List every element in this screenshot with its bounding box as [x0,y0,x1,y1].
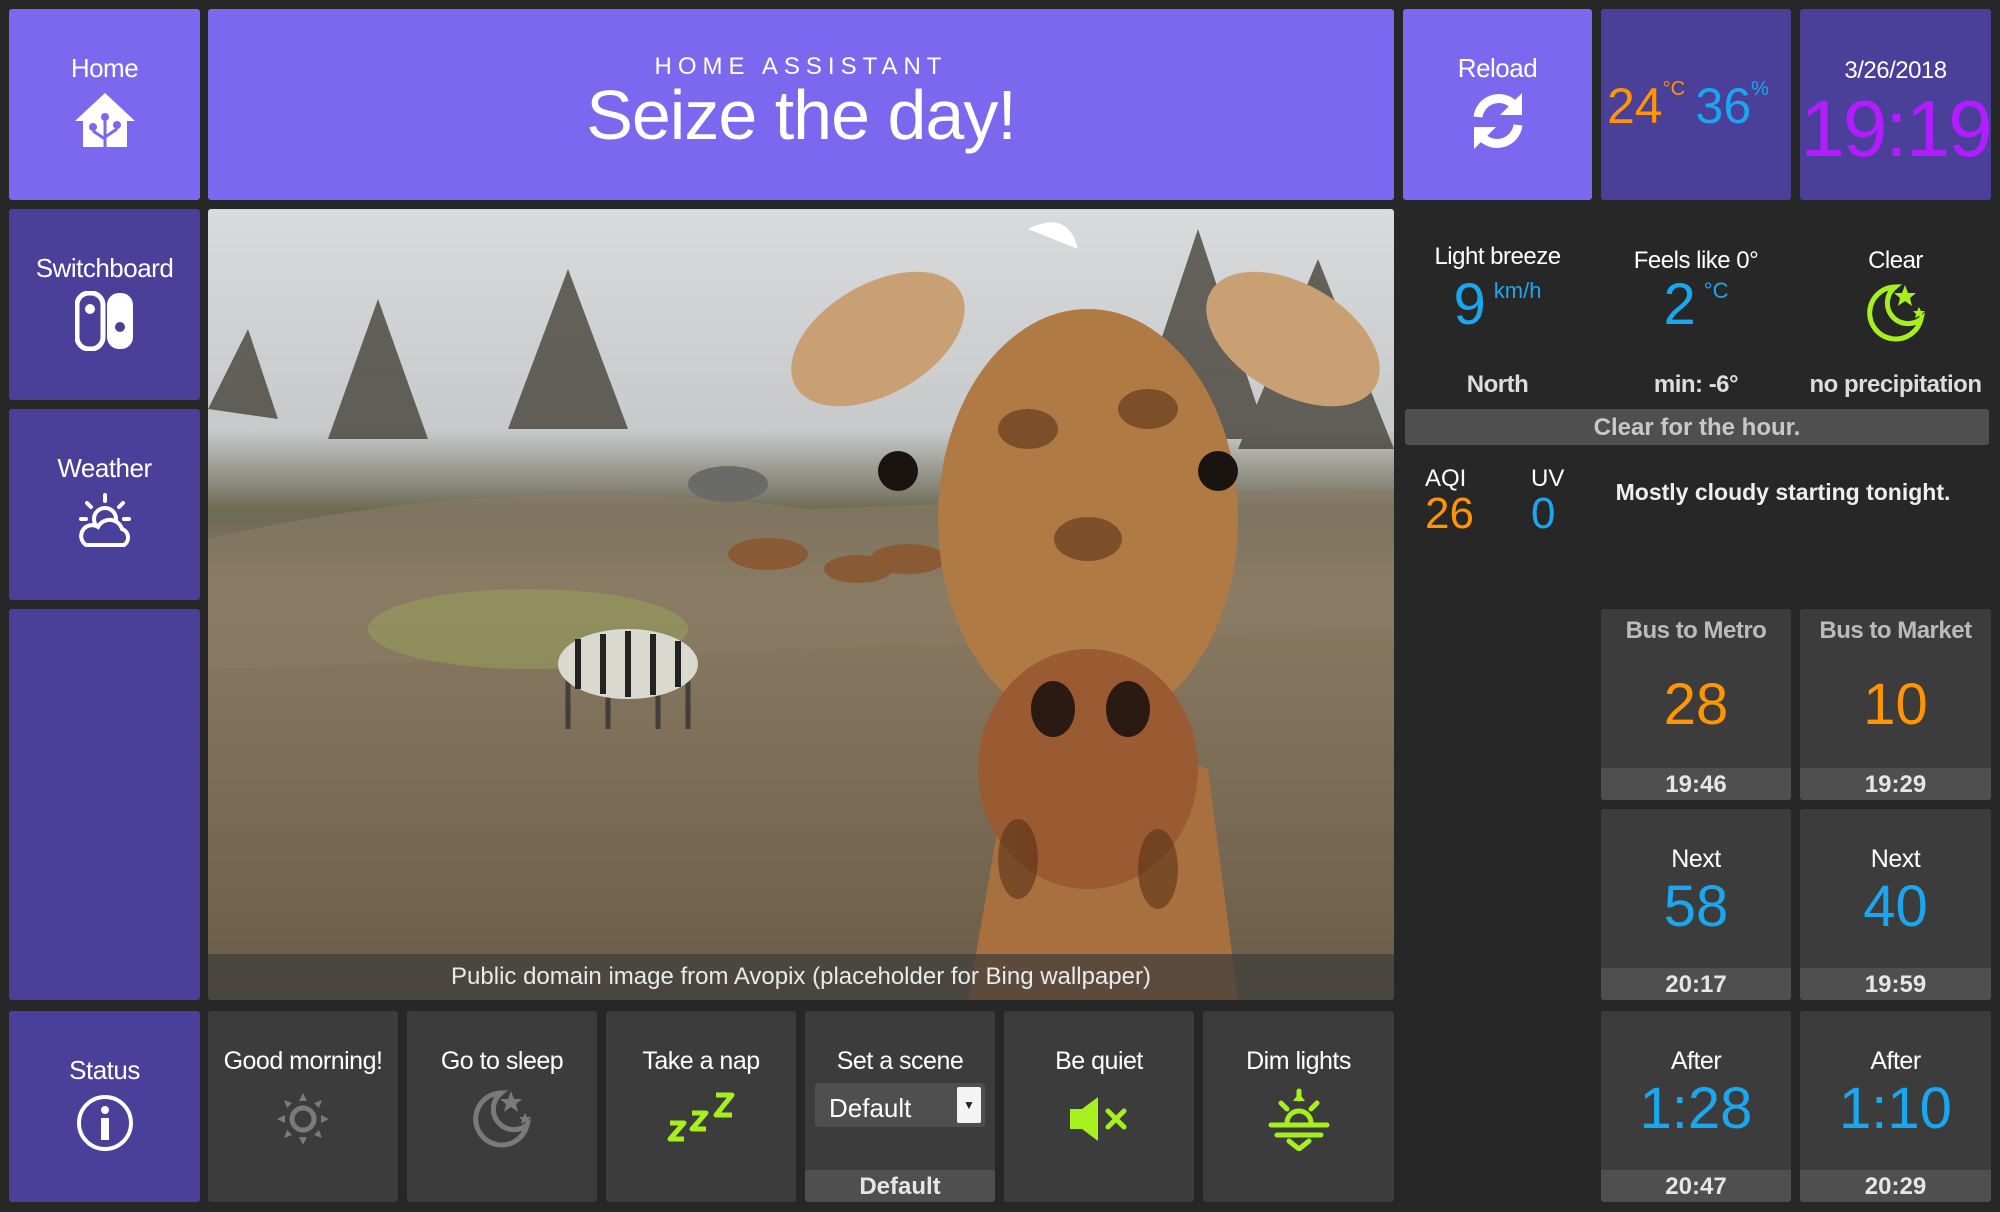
good-morning-button[interactable]: Good morning! [208,1011,398,1202]
volume-mute-icon [1070,1097,1127,1141]
bus-metro-next-title: Next [1671,845,1721,873]
weather-panel: Light breeze 9 km/h North Feels like 0° 2… [1403,209,1991,600]
humidity-value: 36 [1695,78,1752,134]
home-assistant-icon [74,93,135,147]
take-a-nap-button[interactable]: Take a nap [606,1011,796,1202]
wind-label: Light breeze [1434,243,1561,270]
nav-weather-label: Weather [57,453,152,483]
chevron-down-icon[interactable]: ▼ [957,1087,981,1123]
bus-metro-after-title: After [1670,1047,1722,1075]
temperature-unit: °C [1662,78,1686,100]
nav-empty-tile [9,609,200,1000]
take-a-nap-label: Take a nap [642,1047,760,1075]
bus-metro-minutes: 28 [1663,672,1729,737]
nav-home-label: Home [70,53,139,83]
nav-status-label: Status [69,1055,140,1085]
go-to-sleep-button[interactable]: Go to sleep [407,1011,597,1202]
bus-market-after-time: 20:29 [1800,1170,1991,1202]
hour-summary-bar: Clear for the hour. [1405,409,1989,445]
scene-status: Default [805,1170,995,1202]
partly-cloudy-icon [78,493,131,547]
bus-metro-title: Bus to Metro [1625,617,1767,644]
bus-market-after-minutes: 1:10 [1839,1076,1952,1141]
good-morning-label: Good morning! [223,1047,383,1075]
condition-label: Clear [1868,247,1923,274]
bus-market-after-tile: After 1:10 20:29 [1800,1011,1991,1202]
wind-direction: North [1466,371,1529,398]
nav-weather-tile[interactable]: Weather [9,409,200,600]
be-quiet-button[interactable]: Be quiet [1004,1011,1194,1202]
sun-icon [277,1093,329,1145]
info-icon [76,1095,133,1151]
bus-market-next-title: Next [1870,845,1921,873]
humidity-unit: % [1751,78,1769,100]
nav-status-tile[interactable]: Status [9,1011,200,1202]
aqi-value: 26 [1425,489,1474,538]
feels-like-unit: °C [1703,278,1729,303]
scene-select-value: Default [829,1093,912,1123]
header-banner: HOME ASSISTANT Seize the day! [208,9,1394,200]
bus-metro-next-time: 20:17 [1601,968,1791,1000]
be-quiet-label: Be quiet [1055,1047,1143,1075]
day-summary: Mostly cloudy starting tonight. [1615,479,1951,505]
sleep-zzz-icon [667,1092,735,1142]
go-to-sleep-label: Go to sleep [440,1047,564,1075]
reload-button[interactable]: Reload [1403,9,1592,200]
feels-like-min: min: -6° [1653,371,1739,398]
bus-market-tile: Bus to Market 10 19:29 [1800,609,1991,800]
dim-lights-button[interactable]: Dim lights [1203,1011,1394,1202]
precipitation-text: no precipitation [1809,371,1983,398]
bus-metro-tile: Bus to Metro 28 19:46 [1601,609,1791,800]
switch-console-icon [74,291,133,351]
uv-value: 0 [1531,489,1556,538]
bus-metro-next-minutes: 58 [1663,874,1729,939]
bus-market-title: Bus to Market [1819,617,1972,644]
bus-metro-after-time: 20:47 [1601,1170,1791,1202]
reload-label: Reload [1457,53,1538,83]
moon-stars-icon [1867,284,1926,342]
bus-metro-time: 19:46 [1601,768,1791,800]
wallpaper-caption: Public domain image from Avopix (placeho… [208,954,1394,1000]
refresh-icon [1473,93,1522,149]
page-title: Seize the day! [586,76,1017,154]
scene-select[interactable]: Default ▼ [815,1083,985,1127]
bus-market-time: 19:29 [1800,768,1991,800]
nav-switchboard-label: Switchboard [35,253,174,283]
clock-date: 3/26/2018 [1844,57,1947,84]
set-a-scene-label: Set a scene [836,1047,964,1075]
bus-metro-next-tile: Next 58 20:17 [1601,809,1791,1000]
giraffe-illustration [208,222,1394,1000]
bus-market-after-title: After [1870,1047,1921,1075]
clock-time: 19:19 [1800,84,1991,173]
bus-metro-after-tile: After 1:28 20:47 [1601,1011,1791,1202]
temperature-value: 24 [1607,78,1663,134]
climate-tile: 24°C 36% [1601,9,1791,200]
dim-lights-label: Dim lights [1246,1047,1351,1075]
bus-market-next-minutes: 40 [1863,874,1928,939]
feels-like-value: 2 [1663,272,1696,337]
wind-speed-unit: km/h [1493,278,1542,303]
wind-speed-value: 9 [1453,272,1486,337]
clock-tile: 3/26/2018 19:19 [1800,9,1991,200]
nav-home-tile[interactable]: Home [9,9,200,200]
bus-market-next-tile: Next 40 19:59 [1800,809,1991,1000]
wallpaper-image: Public domain image from Avopix (placeho… [208,209,1394,1000]
moon-stars-icon [473,1090,532,1148]
set-a-scene-tile: Set a scene Default ▼ Default [805,1011,995,1202]
bus-metro-after-minutes: 1:28 [1639,1076,1753,1141]
sunset-icon [1268,1088,1329,1151]
bus-market-minutes: 10 [1863,672,1928,737]
nav-switchboard-tile[interactable]: Switchboard [9,209,200,400]
bus-market-next-time: 19:59 [1800,968,1991,1000]
